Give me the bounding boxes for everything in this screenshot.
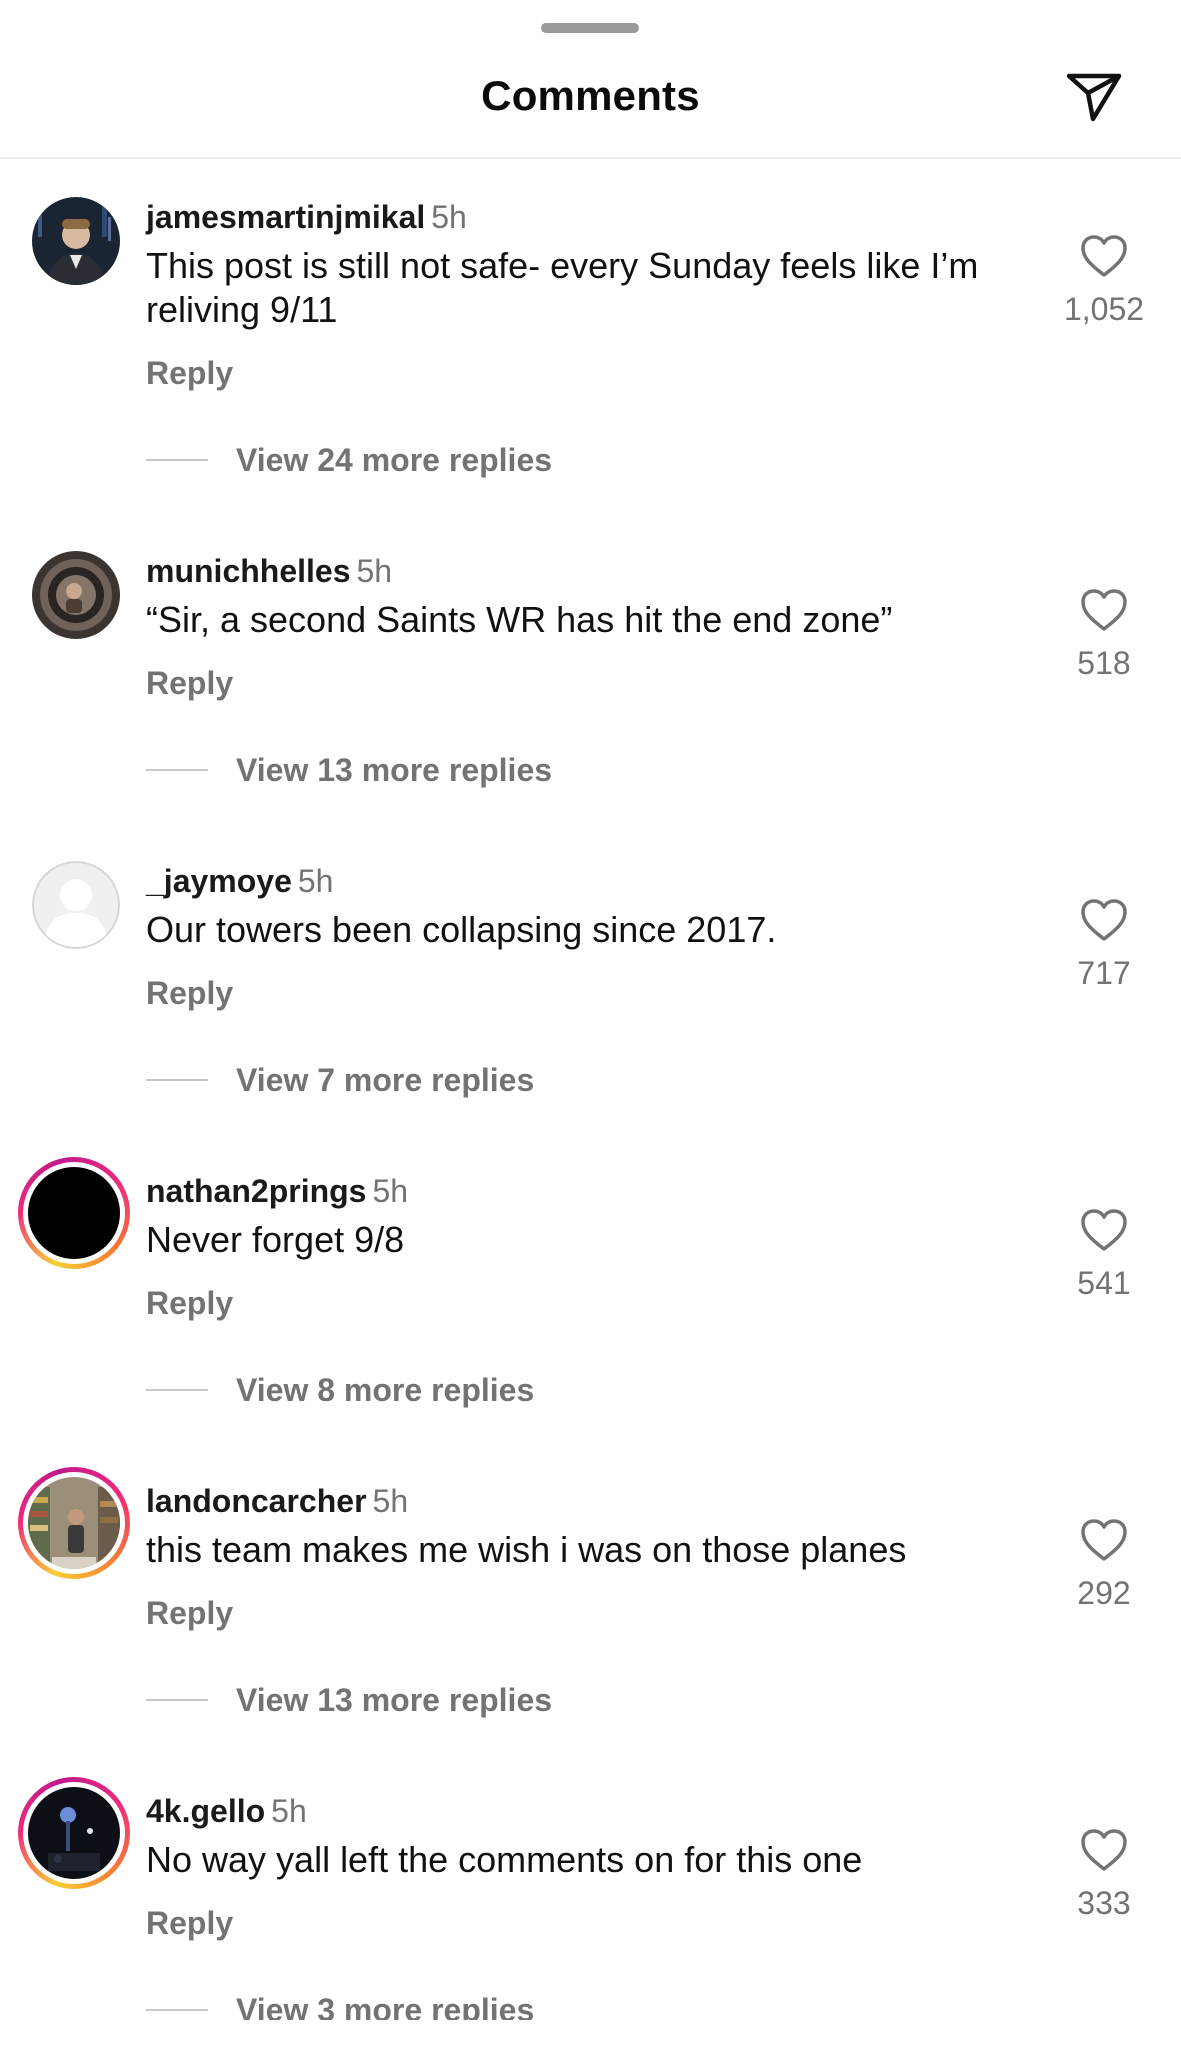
like-count: 292 bbox=[1077, 1575, 1131, 1611]
heart-icon[interactable] bbox=[1079, 1827, 1129, 1873]
like-group: 518 bbox=[1058, 587, 1150, 682]
timestamp: 5h bbox=[356, 553, 393, 589]
heart-icon[interactable] bbox=[1079, 897, 1129, 943]
reply-button[interactable]: Reply bbox=[146, 975, 233, 1012]
like-group: 541 bbox=[1058, 1207, 1150, 1302]
heart-icon[interactable] bbox=[1079, 233, 1129, 279]
comment-text: “Sir, a second Saints WR has hit the end… bbox=[146, 599, 893, 640]
reply-button[interactable]: Reply bbox=[146, 1595, 233, 1632]
view-replies-button[interactable]: View 13 more replies bbox=[146, 750, 552, 790]
timestamp: 5h bbox=[372, 1483, 409, 1519]
comment-header: nathan2prings 5h bbox=[146, 1171, 408, 1211]
username[interactable]: jamesmartinjmikal bbox=[146, 199, 425, 235]
avatar-photo bbox=[32, 197, 120, 285]
like-count: 1,052 bbox=[1063, 291, 1145, 327]
page-title: Comments bbox=[481, 72, 700, 119]
comment-item: _jaymoye 5h Our towers been collapsing si… bbox=[0, 861, 1181, 1161]
heart-icon[interactable] bbox=[1079, 587, 1129, 633]
view-replies-button[interactable]: View 24 more replies bbox=[146, 440, 552, 480]
avatar-story-ring[interactable] bbox=[18, 1157, 130, 1269]
avatar-photo bbox=[28, 1787, 120, 1879]
avatar-photo bbox=[32, 551, 120, 639]
username[interactable]: nathan2prings bbox=[146, 1173, 366, 1209]
avatar-photo bbox=[28, 1477, 120, 1569]
like-group: 717 bbox=[1058, 897, 1150, 992]
comment-text: this team makes me wish i was on those p… bbox=[146, 1529, 907, 1570]
reply-thread-line bbox=[146, 1389, 208, 1391]
comment-text: This post is still not safe- every Sunda… bbox=[146, 245, 979, 330]
username[interactable]: munichhelles bbox=[146, 553, 351, 589]
avatar-ring-gap bbox=[23, 1472, 125, 1574]
heart-icon[interactable] bbox=[1079, 1207, 1129, 1253]
comment-item: landoncarcher 5h this team makes me wish … bbox=[0, 1467, 1181, 1781]
comment-header: munichhelles 5h bbox=[146, 551, 392, 591]
bottom-edge bbox=[0, 2020, 1181, 2048]
comment-header: _jaymoye 5h bbox=[146, 861, 333, 901]
view-replies-button[interactable]: View 8 more replies bbox=[146, 1370, 534, 1410]
reply-button[interactable]: Reply bbox=[146, 1285, 233, 1322]
reply-button[interactable]: Reply bbox=[146, 355, 233, 392]
view-replies-button[interactable]: View 7 more replies bbox=[146, 1060, 534, 1100]
avatar-story-ring[interactable] bbox=[18, 1467, 130, 1579]
timestamp: 5h bbox=[431, 199, 467, 235]
view-replies-label: View 13 more replies bbox=[236, 1681, 553, 1718]
comment-header: 4k.gello 5h bbox=[146, 1791, 307, 1831]
header-divider bbox=[0, 157, 1181, 159]
drag-handle[interactable] bbox=[541, 23, 639, 33]
like-count: 518 bbox=[1077, 645, 1131, 681]
timestamp: 5h bbox=[372, 1173, 409, 1209]
timestamp: 5h bbox=[297, 863, 334, 899]
timestamp: 5h bbox=[271, 1793, 307, 1829]
reply-thread-line bbox=[146, 459, 208, 461]
view-replies-button[interactable]: View 13 more replies bbox=[146, 1680, 552, 1720]
share-button[interactable] bbox=[1058, 66, 1130, 128]
like-count: 333 bbox=[1077, 1885, 1131, 1921]
comment-text: No way yall left the comments on for thi… bbox=[146, 1839, 863, 1880]
comment-item: jamesmartinjmikal 5h This post is still n… bbox=[0, 197, 1181, 497]
like-group: 333 bbox=[1058, 1827, 1150, 1922]
comment-text: Never forget 9/8 bbox=[146, 1219, 405, 1260]
avatar-story-ring[interactable] bbox=[18, 1777, 130, 1889]
username[interactable]: landoncarcher bbox=[146, 1483, 367, 1519]
view-replies-label: View 13 more replies bbox=[236, 751, 553, 788]
reply-thread-line bbox=[146, 769, 208, 771]
like-group: 1,052 bbox=[1058, 233, 1150, 328]
view-replies-label: View 7 more replies bbox=[236, 1061, 535, 1098]
paper-plane-icon bbox=[1066, 73, 1122, 122]
heart-icon[interactable] bbox=[1079, 1517, 1129, 1563]
comment-item: 4k.gello 5h No way yall left the comments… bbox=[0, 1777, 1181, 2048]
view-replies-label: View 8 more replies bbox=[236, 1371, 535, 1408]
reply-thread-line bbox=[146, 1079, 208, 1081]
like-count: 541 bbox=[1077, 1265, 1131, 1301]
comment-item: nathan2prings 5h Never forget 9/8 Reply 5… bbox=[0, 1157, 1181, 1471]
avatar[interactable] bbox=[32, 551, 120, 639]
view-replies-label: View 24 more replies bbox=[236, 441, 553, 478]
comment-item: munichhelles 5h “Sir, a second Saints WR … bbox=[0, 551, 1181, 851]
username[interactable]: _jaymoye bbox=[146, 863, 292, 899]
avatar-photo bbox=[28, 1167, 120, 1259]
default-avatar-icon bbox=[32, 861, 120, 949]
reply-button[interactable]: Reply bbox=[146, 1905, 233, 1942]
reply-button[interactable]: Reply bbox=[146, 665, 233, 702]
comment-header: landoncarcher 5h bbox=[146, 1481, 408, 1521]
avatar-ring-gap bbox=[23, 1782, 125, 1884]
comment-header: jamesmartinjmikal 5h bbox=[146, 197, 467, 237]
comment-text: Our towers been collapsing since 2017. bbox=[146, 909, 777, 950]
avatar[interactable] bbox=[32, 197, 120, 285]
reply-thread-line bbox=[146, 1699, 208, 1701]
like-group: 292 bbox=[1058, 1517, 1150, 1612]
avatar-ring-gap bbox=[23, 1162, 125, 1264]
avatar[interactable] bbox=[32, 861, 120, 949]
username[interactable]: 4k.gello bbox=[146, 1793, 265, 1829]
reply-thread-line bbox=[146, 2009, 208, 2011]
comments-sheet: Comments jamesmartinjmikal 5h This post i… bbox=[0, 0, 1181, 2048]
like-count: 717 bbox=[1077, 955, 1131, 991]
